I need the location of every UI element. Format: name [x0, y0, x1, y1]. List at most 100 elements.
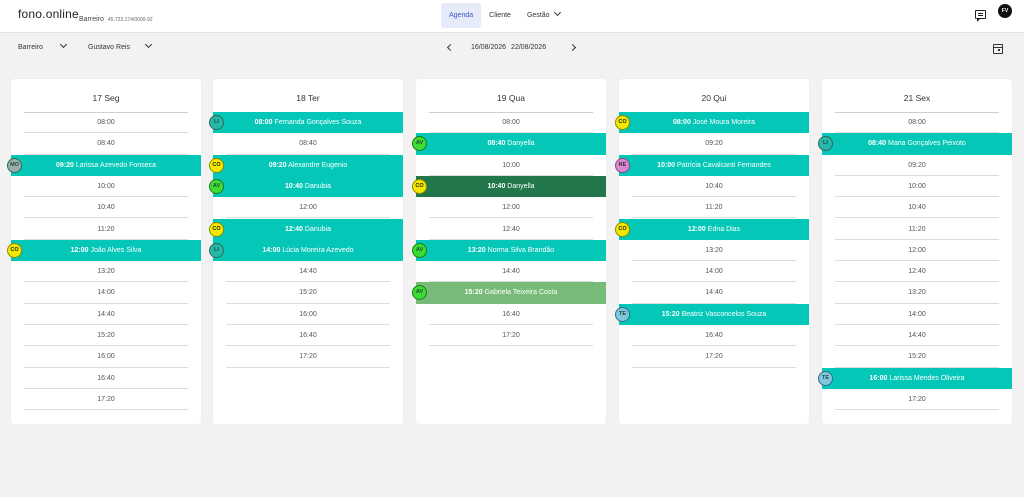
appointment-block[interactable]: LI 14:00 Lúcia Moreira Azevedo — [209, 239, 403, 262]
time-slot[interactable]: 15:20 — [11, 325, 201, 347]
time-slot[interactable]: 09:20 — [619, 133, 809, 155]
time-slot[interactable]: 16:40 — [619, 325, 809, 347]
nav-agenda[interactable]: Agenda — [441, 3, 482, 28]
time-slot-label: 11:20 — [632, 197, 796, 219]
time-slot[interactable]: 10:40 — [619, 176, 809, 198]
time-slot[interactable]: 14:40 — [11, 304, 201, 325]
time-slot[interactable]: 16:40 — [213, 325, 403, 347]
time-slot[interactable]: 14:40 — [416, 261, 606, 283]
appointment-block[interactable]: TE 16:00 Larissa Mendes Oliveira — [818, 367, 1012, 389]
time-slot[interactable]: 08:00 — [416, 112, 606, 134]
time-slot[interactable]: 12:00 — [213, 197, 403, 219]
appointment-block[interactable]: CO 08:00 José Moura Moreira — [615, 112, 809, 134]
time-slot[interactable]: 14:40 — [619, 282, 809, 304]
chevron-down-icon — [59, 40, 67, 49]
chevron-down-icon — [553, 8, 561, 17]
time-slot[interactable]: 13:20 — [11, 261, 201, 283]
appointment-block[interactable]: RE 10:00 Patrícia Cavalcanti Fernandes — [615, 154, 809, 176]
time-slot[interactable]: 17:20 — [416, 325, 606, 347]
time-slot[interactable]: 15:20 — [213, 282, 403, 304]
appointment-time: 13:20 — [467, 246, 486, 254]
time-slot[interactable]: 17:20 — [822, 389, 1012, 411]
time-slot[interactable]: 08:40 — [11, 133, 201, 155]
time-slot-label: 12:40 — [429, 219, 593, 240]
time-slot[interactable]: 08:00 — [822, 112, 1012, 134]
time-slot[interactable]: 17:20 — [11, 389, 201, 411]
professional-select[interactable]: Gustavo Reis — [88, 33, 153, 63]
time-slot[interactable]: 10:00 — [822, 176, 1012, 198]
time-slot[interactable]: 12:00 — [416, 197, 606, 219]
appointment-block[interactable]: CO 12:00 João Alves Silva — [7, 239, 201, 262]
time-slot[interactable]: 16:00 — [11, 346, 201, 368]
time-slot[interactable]: 13:20 — [822, 282, 1012, 304]
day-column: 19 Qua 08:00 AV 08:40 Danyella 10:00 CO 10:40 … — [412, 79, 606, 424]
time-slot-label: 08:00 — [429, 112, 593, 134]
appointment-block[interactable]: MO 09:20 Larissa Azevedo Fonseca — [7, 154, 201, 176]
next-week-icon[interactable] — [568, 43, 577, 52]
time-slot[interactable]: 14:00 — [619, 261, 809, 283]
chevron-down-icon — [144, 40, 153, 49]
time-slot[interactable]: 12:40 — [822, 261, 1012, 283]
time-slot-label: 16:40 — [429, 304, 593, 325]
time-slot[interactable]: 11:20 — [11, 219, 201, 240]
time-slot[interactable]: 11:20 — [822, 219, 1012, 240]
appointment-block[interactable]: LI 08:40 Maria Gonçalves Peixoto — [818, 133, 1012, 155]
time-slot[interactable]: 16:40 — [11, 368, 201, 389]
time-slot[interactable]: 10:00 — [11, 176, 201, 198]
appointment-time: 08:00 — [672, 119, 691, 126]
location-select[interactable]: Barreiro — [18, 33, 67, 63]
time-slot[interactable]: 08:00 — [11, 112, 201, 134]
time-slot[interactable]: 17:20 — [213, 346, 403, 368]
main-nav: Agenda Cliente Gestão — [441, 3, 568, 28]
time-slot-label: 14:40 — [835, 325, 999, 347]
chat-icon[interactable] — [975, 10, 986, 22]
appointment-time: 10:00 — [657, 161, 676, 169]
time-slot-label: 13:20 — [835, 282, 999, 304]
day-title: 20 Qui — [701, 93, 727, 103]
time-slot[interactable]: 16:40 — [416, 304, 606, 325]
time-slot[interactable]: 09:20 — [822, 155, 1012, 176]
nav-gestao[interactable]: Gestão — [519, 3, 568, 28]
previous-week-icon[interactable] — [446, 43, 455, 52]
appointment-time: 09:20 — [268, 161, 287, 169]
time-slot[interactable]: 12:00 — [822, 240, 1012, 262]
appointment-block[interactable]: AV 10:40 Danubia — [209, 175, 403, 198]
time-slot[interactable]: 08:40 — [213, 133, 403, 155]
appointment-block[interactable]: CO 09:20 Alexandre Eugenio — [209, 154, 403, 176]
appointment-patient: Beatriz Vasconcelos Souza — [681, 310, 767, 318]
appointment-type-badge: RE — [615, 157, 630, 173]
appointment-block[interactable]: CO 12:40 Danubia — [209, 218, 403, 240]
appointment-block[interactable]: AV 13:20 Norma Silva Brandão — [412, 239, 606, 262]
time-slot[interactable]: 14:00 — [822, 304, 1012, 325]
appointment-patient: Norma Silva Brandão — [487, 246, 555, 254]
time-slot[interactable]: 16:00 — [213, 304, 403, 325]
time-slot[interactable]: 10:40 — [11, 197, 201, 219]
appointment-block[interactable]: AV 08:40 Danyella — [412, 133, 606, 155]
appointment-block[interactable]: AV 15:20 Gabriela Teixeira Costa — [412, 282, 606, 304]
appointment-patient: Danubia — [304, 182, 331, 190]
appointment-block[interactable]: LI 08:00 Fernanda Gonçalves Souza — [209, 112, 403, 134]
time-slot-label: 14:40 — [429, 261, 593, 283]
time-slot[interactable]: 14:40 — [822, 325, 1012, 347]
time-slot[interactable]: 14:40 — [213, 261, 403, 283]
app-logo[interactable]: fono.online — [18, 7, 79, 21]
time-slot[interactable]: 15:20 — [822, 346, 1012, 368]
appointment-block[interactable]: CO 12:00 Edna Dias — [615, 218, 809, 240]
user-avatar[interactable]: FV — [998, 4, 1012, 18]
time-slot[interactable]: 14:00 — [11, 282, 201, 304]
appointment-block[interactable]: CO 10:40 Danyella — [412, 175, 606, 198]
nav-cliente[interactable]: Cliente — [481, 3, 519, 28]
appointment-patient: José Moura Moreira — [692, 119, 756, 126]
time-slot[interactable]: 11:20 — [619, 197, 809, 219]
time-slot[interactable]: 10:40 — [822, 197, 1012, 219]
time-slot[interactable]: 13:20 — [619, 240, 809, 262]
time-slot[interactable]: 12:40 — [416, 219, 606, 240]
time-slot[interactable]: 17:20 — [619, 346, 809, 368]
appointment-time: 15:20 — [464, 289, 483, 297]
calendar-icon[interactable] — [993, 44, 1003, 54]
appointment-patient: Edna Dias — [707, 225, 741, 233]
time-slot[interactable]: 10:00 — [416, 155, 606, 176]
appointment-block[interactable]: TE 15:20 Beatriz Vasconcelos Souza — [615, 303, 809, 325]
time-slot-label: 16:40 — [226, 325, 390, 347]
time-slot-label: 11:20 — [24, 219, 188, 240]
